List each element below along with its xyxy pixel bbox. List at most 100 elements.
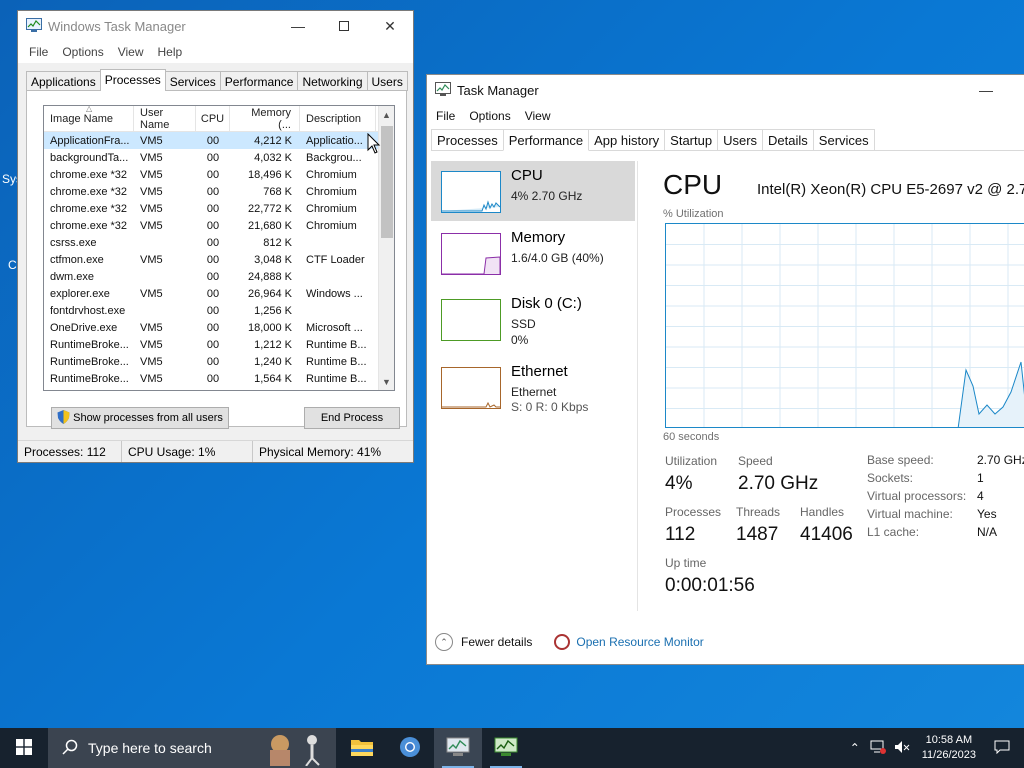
cell-image-name: chrome.exe *32 xyxy=(50,185,128,198)
cell-user-name: VM5 xyxy=(140,185,163,198)
table-row[interactable]: OneDrive.exe VM5 00 18,000 K Microsoft ... xyxy=(44,319,394,336)
taskbar-file-explorer[interactable] xyxy=(338,728,386,768)
open-resource-monitor-link[interactable]: Open Resource Monitor xyxy=(576,635,703,649)
table-row[interactable]: ApplicationFra... VM5 00 4,212 K Applicatio.… xyxy=(44,132,394,149)
cell-description: Runtime B... xyxy=(306,372,367,385)
cell-user-name: VM5 xyxy=(140,202,163,215)
search-box[interactable]: Type here to search xyxy=(48,728,336,768)
system-clock[interactable]: 10:58 AM 11/26/2023 xyxy=(914,733,984,763)
tab-users[interactable]: Users xyxy=(366,71,408,91)
cell-description: Chromium xyxy=(306,185,357,198)
table-row[interactable]: RuntimeBroke... VM5 00 1,240 K Runtime B... xyxy=(44,353,394,370)
table-row[interactable]: backgroundTa... VM5 00 4,032 K Backgrou... xyxy=(44,149,394,166)
cell-description: Runtime B... xyxy=(306,338,367,351)
table-row[interactable]: chrome.exe *32 VM5 00 21,680 K Chromium xyxy=(44,217,394,234)
close-button[interactable]: ✕ xyxy=(367,11,413,41)
uac-shield-icon xyxy=(57,409,70,427)
table-row[interactable]: explorer.exe VM5 00 26,964 K Windows ... xyxy=(44,285,394,302)
menu-view[interactable]: View xyxy=(111,45,151,59)
table-row[interactable]: ctfmon.exe VM5 00 3,048 K CTF Loader xyxy=(44,251,394,268)
sidebar-disk-type: SSD xyxy=(511,317,536,331)
sidebar-item-ethernet[interactable]: Ethernet Ethernet S: 0 R: 0 Kbps xyxy=(431,357,635,421)
taskbar-task-manager-legacy[interactable] xyxy=(434,728,482,768)
process-list[interactable]: Image Name User Name CPU Memory (... Des… xyxy=(43,105,395,391)
show-all-processes-button[interactable]: Show processes from all users xyxy=(51,407,229,429)
desktop-icon-label[interactable]: C xyxy=(8,258,17,272)
start-button[interactable] xyxy=(0,728,48,768)
spec-value: Yes xyxy=(977,507,997,521)
taskbar-chrome[interactable] xyxy=(386,728,434,768)
sidebar-item-cpu[interactable]: CPU 4% 2.70 GHz xyxy=(431,161,635,221)
tab-processes[interactable]: Processes xyxy=(431,129,504,150)
scroll-up-icon[interactable]: ▲ xyxy=(382,110,391,120)
close-icon: ✕ xyxy=(384,17,396,34)
column-memory[interactable]: Memory (... xyxy=(230,106,300,131)
menu-options[interactable]: Options xyxy=(55,45,110,59)
tab-app-history[interactable]: App history xyxy=(588,129,666,150)
cell-cpu: 00 xyxy=(206,355,220,368)
sidebar-ethernet-name: Ethernet xyxy=(511,385,557,399)
end-process-button[interactable]: End Process xyxy=(304,407,400,429)
minimize-button[interactable]: — xyxy=(963,75,1009,105)
cell-memory: 26,964 K xyxy=(247,287,292,300)
sidebar-item-disk[interactable]: Disk 0 (C:) SSD 0% xyxy=(431,289,635,355)
tab-performance[interactable]: Performance xyxy=(502,129,590,151)
table-row[interactable]: chrome.exe *32 VM5 00 22,772 K Chromium xyxy=(44,200,394,217)
cell-image-name: ctfmon.exe xyxy=(50,253,104,266)
threads-value: 1487 xyxy=(736,524,779,545)
minimize-button[interactable]: — xyxy=(275,11,321,41)
tab-services[interactable]: Services xyxy=(812,129,875,150)
table-row[interactable]: dwm.exe 00 24,888 K xyxy=(44,268,394,285)
volume-muted-icon[interactable] xyxy=(894,740,910,757)
fewer-details-link[interactable]: Fewer details xyxy=(461,635,532,649)
menu-options[interactable]: Options xyxy=(462,109,517,123)
sidebar-cpu-title: CPU xyxy=(511,167,543,184)
maximize-button[interactable] xyxy=(1009,75,1024,105)
title-bar[interactable]: Windows Task Manager — ✕ xyxy=(18,11,413,41)
cell-memory: 4,212 K xyxy=(254,134,292,147)
spec-label: Sockets: xyxy=(867,471,914,485)
threads-label: Threads xyxy=(736,505,781,519)
table-row[interactable]: fontdrvhost.exe 00 1,256 K xyxy=(44,302,394,319)
tab-users[interactable]: Users xyxy=(717,129,764,150)
table-row[interactable]: RuntimeBroke... VM5 00 1,564 K Runtime B... xyxy=(44,370,394,387)
maximize-icon xyxy=(339,21,349,31)
maximize-button[interactable] xyxy=(321,11,367,41)
table-row[interactable]: RuntimeBroke... VM5 00 1,212 K Runtime B... xyxy=(44,336,394,353)
scroll-down-icon[interactable]: ▼ xyxy=(382,377,391,387)
scrollbar-thumb[interactable] xyxy=(381,126,393,238)
tab-performance[interactable]: Performance xyxy=(219,71,299,91)
title-bar[interactable]: Task Manager — xyxy=(427,75,1024,105)
cell-description: Applicatio... xyxy=(306,134,363,147)
tab-networking[interactable]: Networking xyxy=(297,71,368,91)
column-cpu[interactable]: CPU xyxy=(196,106,230,131)
tab-startup[interactable]: Startup xyxy=(664,129,719,150)
cpu-heading: CPU xyxy=(663,169,723,200)
cell-memory: 1,564 K xyxy=(254,372,292,385)
tab-applications[interactable]: Applications xyxy=(26,71,101,91)
tab-services[interactable]: Services xyxy=(164,71,221,91)
menu-view[interactable]: View xyxy=(518,109,558,123)
cell-cpu: 00 xyxy=(206,270,220,283)
cell-user-name: VM5 xyxy=(140,338,163,351)
table-row[interactable]: csrss.exe 00 812 K xyxy=(44,234,394,251)
tab-processes[interactable]: Processes xyxy=(99,69,166,91)
table-row[interactable]: chrome.exe *32 VM5 00 18,496 K Chromium xyxy=(44,166,394,183)
menu-help[interactable]: Help xyxy=(151,45,190,59)
chevron-up-icon[interactable]: ⌃ xyxy=(435,633,453,651)
notifications-icon[interactable] xyxy=(994,740,1010,757)
menu-file[interactable]: File xyxy=(429,109,462,123)
tab-details[interactable]: Details xyxy=(762,129,814,150)
cell-cpu: 00 xyxy=(206,168,220,181)
resource-monitor-icon[interactable] xyxy=(554,634,571,650)
network-icon[interactable] xyxy=(870,740,886,757)
sidebar-item-memory[interactable]: Memory 1.6/4.0 GB (40%) xyxy=(431,223,635,287)
minimize-icon: — xyxy=(291,18,305,34)
column-description[interactable]: Description xyxy=(300,106,376,131)
taskbar-task-manager[interactable] xyxy=(482,728,530,768)
column-user-name[interactable]: User Name xyxy=(134,106,196,131)
menu-file[interactable]: File xyxy=(22,45,55,59)
show-hidden-icons-chevron-icon[interactable]: ⌃ xyxy=(850,741,860,755)
cell-user-name: VM5 xyxy=(140,253,163,266)
table-row[interactable]: chrome.exe *32 VM5 00 768 K Chromium xyxy=(44,183,394,200)
